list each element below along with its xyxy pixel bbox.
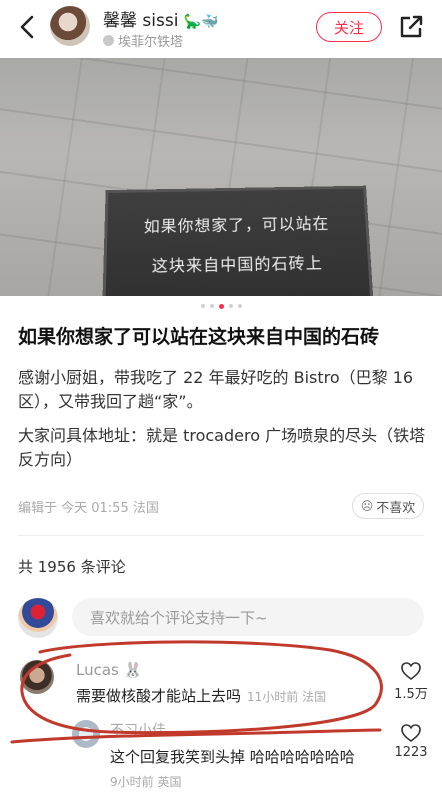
carousel-dot-active <box>218 303 224 309</box>
commenter-avatar[interactable] <box>20 660 54 694</box>
top-bar: 馨馨 sissi 🦕🐳 埃菲尔铁塔 关注 <box>0 0 442 56</box>
author-avatar[interactable] <box>50 6 90 46</box>
divider <box>18 535 424 536</box>
like-count: 1.5万 <box>394 687 428 702</box>
author-name[interactable]: 馨馨 sissi 🦕🐳 <box>103 6 219 31</box>
my-avatar <box>18 598 58 638</box>
post-paragraph-1: 感谢小厨姐，带我吃了 22 年最好吃的 Bistro（巴黎 16 区），又带我回… <box>18 368 414 411</box>
author-name-emoji: 🦕🐳 <box>183 14 219 30</box>
replier-avatar[interactable] <box>72 720 100 748</box>
back-arrow-icon[interactable] <box>14 12 42 42</box>
reply-meta: 9小时前 英国 <box>110 775 182 789</box>
like-count: 1223 <box>394 745 428 760</box>
stone-slab: 如果你想家了，可以站在 这块来自中国的石砖上 <box>102 185 374 296</box>
author-name-text: 馨馨 sissi <box>103 11 179 31</box>
comment-text[interactable]: 需要做核酸才能站上去吗 11小时前 法国 <box>76 685 326 706</box>
location-tag[interactable]: 埃菲尔铁塔 <box>103 31 183 50</box>
carousel-dot <box>209 304 214 308</box>
comment-like-button[interactable]: 1.5万 <box>391 661 431 702</box>
carousel-dot <box>228 304 233 308</box>
heart-icon <box>401 662 421 680</box>
comment-count: 共 1956 条评论 <box>18 558 126 576</box>
comment-meta: 11小时前 法国 <box>247 690 327 704</box>
reply-like-button[interactable]: 1223 <box>391 723 431 760</box>
comment-body: 需要做核酸才能站上去吗 <box>76 687 242 705</box>
stone-inscription-line-2: 这块来自中国的石砖上 <box>151 253 324 276</box>
post-photo[interactable]: 如果你想家了，可以站在 这块来自中国的石砖上 <box>0 58 442 296</box>
carousel-indicator <box>0 303 442 309</box>
comment-input[interactable]: 喜欢就给个评论支持一下~ <box>72 598 424 636</box>
carousel-dot <box>237 304 242 308</box>
carousel-dot <box>200 304 205 308</box>
post-paragraph-2: 大家问具体地址：就是 trocadero 广场喷泉的尽头（铁塔反方向） <box>18 426 426 469</box>
reply-text[interactable]: 这个回复我笑到头掉 哈哈哈哈哈哈哈 <box>110 746 355 767</box>
follow-button[interactable]: 关注 <box>316 12 382 42</box>
post-title: 如果你想家了可以站在这块来自中国的石砖 <box>18 326 380 348</box>
dislike-label: 不喜欢 <box>376 500 416 516</box>
post-meta: 编辑于 今天 01:55 法国 <box>18 501 159 516</box>
commenter-name[interactable]: Lucas 🐰 <box>76 661 142 679</box>
dislike-button[interactable]: ☹ 不喜欢 <box>352 493 424 519</box>
stone-inscription-line-1: 如果你想家了，可以站在 <box>143 214 330 236</box>
location-pin-icon <box>103 35 114 46</box>
share-icon[interactable] <box>396 12 426 42</box>
replier-name[interactable]: 不习小佳 <box>110 720 166 740</box>
heart-icon <box>401 724 421 742</box>
dislike-icon: ☹ <box>360 499 374 513</box>
location-text: 埃菲尔铁塔 <box>118 35 184 50</box>
